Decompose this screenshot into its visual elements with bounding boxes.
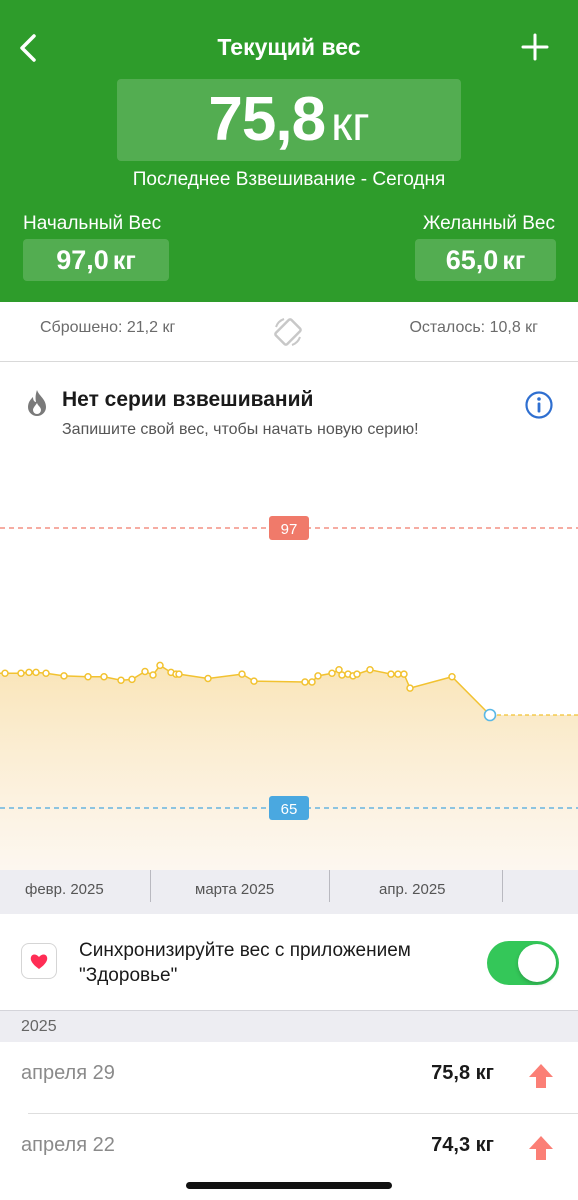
- data-point: [117, 676, 125, 684]
- data-point: [149, 671, 157, 679]
- data-point: [175, 670, 183, 678]
- data-point: [1, 669, 9, 677]
- page-title: Текущий вес: [217, 34, 361, 60]
- data-point: [238, 670, 246, 678]
- entry-date: апреля 22: [21, 1134, 115, 1156]
- toggle-knob: [518, 944, 556, 982]
- goal-weight-unit: кг: [502, 247, 526, 275]
- data-point: [301, 678, 309, 686]
- start-weight-value: 97,0: [56, 245, 109, 275]
- current-weight-value: 75,8: [208, 85, 326, 154]
- history-year: 2025: [21, 1018, 57, 1035]
- current-data-point: [483, 708, 497, 722]
- data-point: [308, 678, 316, 686]
- start-weight-unit: кг: [112, 247, 136, 275]
- data-point: [17, 669, 25, 677]
- data-point: [32, 668, 40, 677]
- data-point: [314, 672, 322, 680]
- data-point: [328, 669, 336, 677]
- x-tick-label: февр. 2025: [25, 881, 104, 898]
- x-tick-label: апр. 2025: [379, 881, 446, 898]
- data-point: [250, 677, 258, 685]
- health-app-icon: [21, 943, 57, 979]
- data-point: [353, 670, 361, 678]
- flame-icon: [28, 390, 46, 416]
- streak-title: Нет серии взвешиваний: [62, 388, 314, 411]
- data-point: [406, 684, 414, 692]
- remaining-weight-text: Осталось: 10,8 кг: [409, 319, 538, 336]
- x-axis-separator: [502, 870, 503, 902]
- trend-up-arrow-icon: [529, 1064, 553, 1088]
- current-weight-box: 75,8 кг: [117, 79, 461, 161]
- progress-stats-row: Сброшено: 21,2 кг Осталось: 10,8 кг: [0, 302, 578, 362]
- data-point: [394, 670, 402, 678]
- data-point: [141, 667, 149, 676]
- data-point: [84, 673, 92, 681]
- data-point: [128, 675, 136, 684]
- data-point: [100, 673, 108, 681]
- plus-icon[interactable]: [520, 32, 550, 62]
- current-weight-unit: кг: [331, 98, 370, 151]
- data-point: [60, 672, 68, 680]
- goal-weight-value: 65,0: [445, 245, 499, 275]
- entry-date: апреля 29: [21, 1062, 115, 1084]
- goal-weight-label: Желанный Вес: [422, 213, 555, 234]
- data-point: [42, 669, 50, 677]
- header: Текущий вес 75,8 кг Последнее Взвешивание…: [0, 0, 578, 302]
- health-sync-label: Синхронизируйте вес с приложением "Здоро…: [79, 940, 411, 986]
- info-icon[interactable]: [524, 390, 554, 420]
- start-weight-label: Начальный Вес: [23, 213, 162, 234]
- history-entry[interactable]: апреля 29 75,8 кг: [0, 1042, 578, 1114]
- reference-label: 97: [281, 521, 298, 538]
- data-point: [366, 666, 374, 674]
- heart-icon: [30, 954, 48, 969]
- goal-weight-box[interactable]: 65,0 кг: [415, 239, 556, 281]
- lost-weight-text: Сброшено: 21,2 кг: [40, 319, 176, 336]
- entry-weight: 74,3 кг: [431, 1134, 494, 1156]
- x-axis-separator: [329, 870, 330, 902]
- home-indicator: [186, 1182, 392, 1189]
- history-entry[interactable]: апреля 22 74,3 кг: [0, 1114, 578, 1186]
- reference-label: 65: [281, 801, 298, 818]
- chart-x-axis: февр. 2025 марта 2025 апр. 2025: [0, 870, 578, 914]
- data-point: [448, 673, 456, 681]
- rotate-screen-icon[interactable]: [271, 315, 305, 349]
- history-year-header: 2025: [0, 1010, 578, 1042]
- last-weigh-text: Последнее Взвешивание - Сегодня: [132, 169, 446, 190]
- data-point: [204, 674, 212, 683]
- health-sync-toggle[interactable]: [487, 941, 559, 985]
- chart-area-fill: [0, 665, 578, 870]
- trend-up-arrow-icon: [529, 1136, 553, 1160]
- start-weight-box[interactable]: 97,0 кг: [23, 239, 169, 281]
- data-point: [338, 671, 346, 679]
- x-tick-label: марта 2025: [195, 881, 275, 898]
- data-point: [156, 661, 164, 670]
- x-axis-separator: [150, 870, 151, 902]
- streak-subtitle: Запишите свой вес, чтобы начать новую се…: [62, 421, 419, 438]
- weight-chart[interactable]: 97 65: [0, 440, 578, 870]
- data-point: [25, 668, 33, 677]
- entry-weight: 75,8 кг: [431, 1062, 494, 1084]
- data-point: [387, 670, 395, 678]
- health-sync-row: Синхронизируйте вес с приложением "Здоро…: [0, 914, 578, 1010]
- data-point: [400, 670, 408, 678]
